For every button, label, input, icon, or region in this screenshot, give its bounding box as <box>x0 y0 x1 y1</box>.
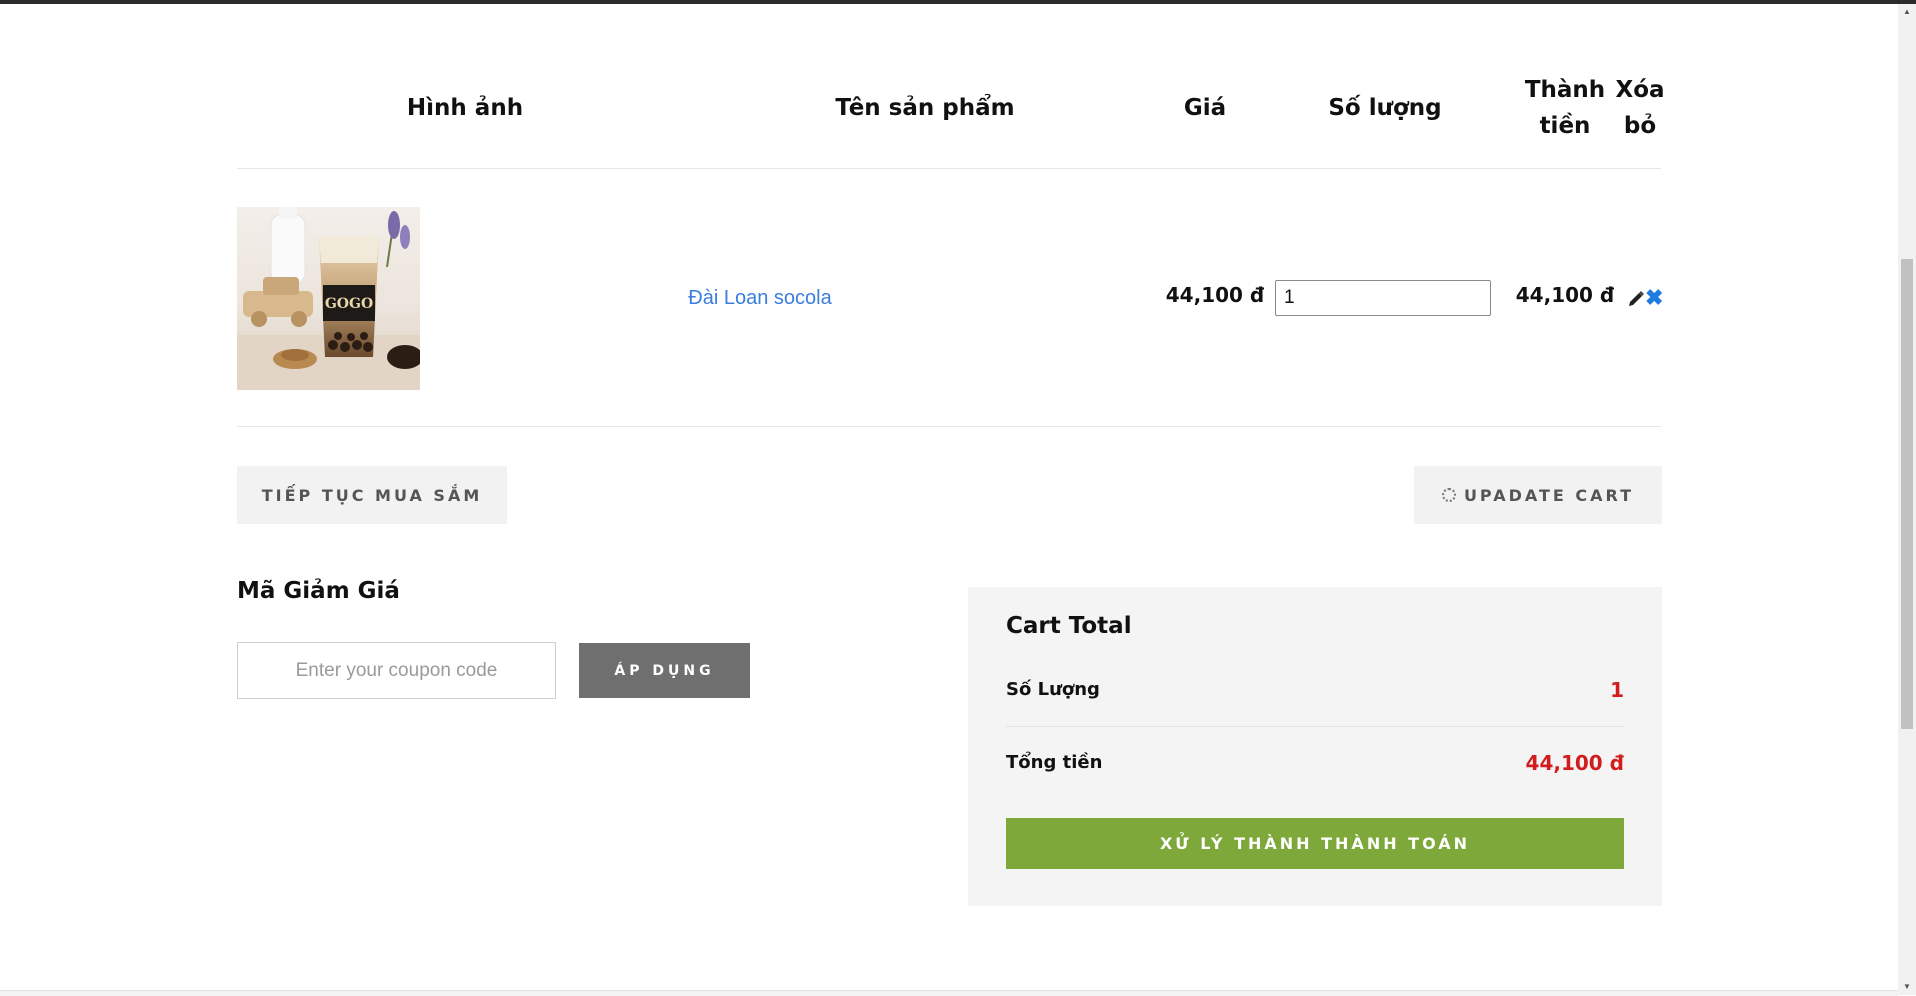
product-price: 44,100 đ <box>1165 283 1265 307</box>
header-remove: Xóa bỏ <box>1610 72 1670 144</box>
milk-tea-cup-photo: GOGO <box>237 207 420 390</box>
header-remove-line2: bỏ <box>1623 113 1657 139</box>
row-divider <box>237 426 1661 427</box>
header-subtotal-line2: tiền <box>1539 113 1591 139</box>
close-icon[interactable]: ✖ <box>1645 286 1663 310</box>
header-image: Hình ảnh <box>406 95 524 121</box>
header-subtotal: Thành tiền <box>1510 72 1620 144</box>
update-cart-label: UPADATE CART <box>1463 485 1635 505</box>
cart-quantity-value: 1 <box>1610 678 1624 702</box>
vertical-scrollbar[interactable]: ▲ ▼ <box>1898 4 1916 995</box>
header-remove-line1: Xóa <box>1615 77 1665 103</box>
quantity-input[interactable] <box>1275 280 1491 316</box>
cart-total-value: 44,100 đ <box>1525 751 1624 775</box>
product-image: GOGO <box>237 207 420 390</box>
header-subtotal-line1: Thành <box>1524 77 1606 103</box>
cart-total-panel: Cart Total Số Lượng 1 Tổng tiền 44,100 đ… <box>968 587 1662 906</box>
continue-shopping-button[interactable]: TIẾP TỤC MUA SẮM <box>237 466 507 524</box>
cart-total-title: Cart Total <box>1006 613 1132 639</box>
header-price: Giá <box>1183 95 1227 121</box>
coupon-title: Mã Giảm Giá <box>237 578 400 604</box>
product-name-link[interactable]: Đài Loan socola <box>620 287 900 310</box>
scroll-up-icon[interactable]: ▲ <box>1898 4 1916 20</box>
update-cart-button[interactable]: UPADATE CART <box>1414 466 1662 524</box>
checkout-button[interactable]: XỬ LÝ THÀNH THÀNH TOÁN <box>1006 818 1624 869</box>
spinner-icon <box>1441 488 1456 502</box>
cart-quantity-label: Số Lượng <box>1006 679 1100 700</box>
coupon-input[interactable] <box>237 642 556 699</box>
scroll-down-icon[interactable]: ▼ <box>1898 979 1916 995</box>
product-subtotal: 44,100 đ <box>1515 283 1615 307</box>
apply-coupon-button[interactable]: ÁP DỤNG <box>579 643 750 698</box>
header-quantity: Số lượng <box>1328 95 1442 121</box>
scroll-thumb[interactable] <box>1901 259 1913 729</box>
horizontal-scroll-track <box>0 990 1898 996</box>
pencil-icon[interactable] <box>1627 290 1645 308</box>
cart-total-label: Tổng tiền <box>1006 752 1103 773</box>
cart-divider <box>1006 726 1624 727</box>
header-divider <box>237 168 1661 169</box>
top-border <box>0 0 1916 4</box>
header-product-name: Tên sản phẩm <box>835 95 1015 121</box>
svg-text:GOGO: GOGO <box>325 296 373 312</box>
